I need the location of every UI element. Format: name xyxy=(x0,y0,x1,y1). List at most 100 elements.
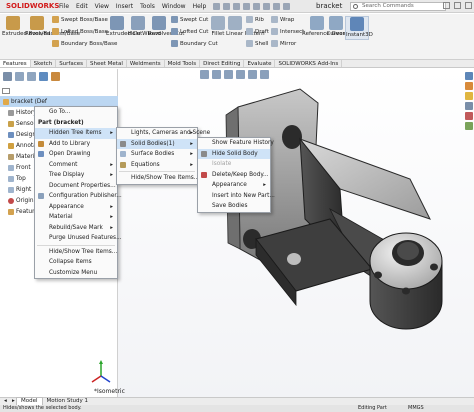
custom-properties-icon[interactable] xyxy=(464,122,473,130)
curves-button[interactable]: Curves xyxy=(326,16,346,38)
view-orientation-icon[interactable] xyxy=(248,70,257,79)
menu-item-appearance[interactable]: Appearance ▸ xyxy=(35,202,117,213)
tab-surfaces[interactable]: Surfaces xyxy=(56,60,88,67)
status-units[interactable]: MMGS xyxy=(408,405,424,412)
menu-window[interactable]: Window xyxy=(161,3,187,10)
undo-icon[interactable] xyxy=(253,2,261,10)
menu-item-appearance-2[interactable]: Appearance ▸ xyxy=(198,180,270,191)
menu-item-goto[interactable]: Go To... xyxy=(35,107,117,118)
options-icon[interactable] xyxy=(283,2,291,10)
menu-item-hide-show-tree-items-2[interactable]: Hide/Show Tree Items... xyxy=(117,173,199,184)
tab-sheet-metal[interactable]: Sheet Metal xyxy=(87,60,127,67)
tab-mold-tools[interactable]: Mold Tools xyxy=(165,60,201,67)
extruded-cut-button[interactable]: Extruded Cut xyxy=(106,16,142,38)
swept-boss-button[interactable]: Swept Boss/Base xyxy=(52,16,108,23)
intersect-button[interactable]: Intersect xyxy=(271,28,304,35)
minimize-icon[interactable] xyxy=(443,2,450,9)
mirror-button[interactable]: Mirror xyxy=(271,40,296,47)
menu-item-lights-cameras-scene[interactable]: Lights, Cameras and Scene ▸ xyxy=(117,128,210,139)
view-palette-icon[interactable] xyxy=(464,102,473,110)
display-manager-icon[interactable] xyxy=(51,72,60,81)
instant3d-button[interactable]: Instant3D xyxy=(345,16,373,40)
menu-item-customize-menu[interactable]: Customize Menu xyxy=(35,268,117,279)
file-explorer-icon[interactable] xyxy=(464,92,473,100)
open-icon[interactable] xyxy=(223,2,231,10)
zoom-to-fit-icon[interactable] xyxy=(200,70,209,79)
boundary-boss-button[interactable]: Boundary Boss/Base xyxy=(52,40,117,47)
curves-icon xyxy=(329,16,343,30)
menu-item-collapse-items[interactable]: Collapse Items xyxy=(35,257,117,268)
display-style-icon[interactable] xyxy=(260,70,269,79)
wrap-button[interactable]: Wrap xyxy=(271,16,294,23)
fillet-button[interactable]: Fillet xyxy=(210,16,226,38)
design-library-icon[interactable] xyxy=(464,82,473,90)
tab-evaluate[interactable]: Evaluate xyxy=(244,60,276,67)
menu-insert[interactable]: Insert xyxy=(115,3,134,10)
menu-item-rebuild-save-mark[interactable]: Rebuild/Save Mark ▸ xyxy=(35,223,117,234)
menu-edit[interactable]: Edit xyxy=(75,3,89,10)
zoom-area-icon[interactable] xyxy=(212,70,221,79)
shell-button[interactable]: Shell xyxy=(246,40,268,47)
hole-wizard-button[interactable]: Hole Wizard xyxy=(128,16,161,38)
section-view-icon[interactable] xyxy=(236,70,245,79)
menu-item-tree-display[interactable]: Tree Display ▸ xyxy=(35,170,117,181)
menu-file[interactable]: File xyxy=(58,3,70,10)
feature-tree-icon[interactable] xyxy=(3,72,12,81)
menu-tools[interactable]: Tools xyxy=(139,3,156,10)
menu-item-hide-solid-body[interactable]: Hide Solid Body xyxy=(198,148,270,159)
boundary-cut-button[interactable]: Boundary Cut xyxy=(171,40,218,47)
lofted-cut-button[interactable]: Lofted Cut xyxy=(171,28,208,35)
menu-item-purge-unused[interactable]: Purge Unused Features... xyxy=(35,233,122,244)
menu-item-hide-show-tree-items[interactable]: Hide/Show Tree Items... xyxy=(35,247,117,258)
draft-button[interactable]: Draft xyxy=(246,28,269,35)
maximize-icon[interactable] xyxy=(454,2,461,9)
menu-item-equations[interactable]: Equations ▸ xyxy=(117,160,197,171)
search-input[interactable]: Search Commands xyxy=(350,2,446,11)
tab-scroll-icon[interactable]: ◂ xyxy=(0,398,8,405)
lofted-boss-button[interactable]: Lofted Boss/Base xyxy=(52,28,108,35)
menu-item-comment[interactable]: Comment ▸ xyxy=(35,160,117,171)
menu-item-add-to-library[interactable]: Add to Library xyxy=(35,139,117,150)
menu-item-material[interactable]: Material ▸ xyxy=(35,212,117,223)
tab-motion-study[interactable]: Motion Study 1 xyxy=(43,398,93,405)
configuration-manager-icon[interactable] xyxy=(27,72,36,81)
menu-separator xyxy=(119,171,195,172)
swept-cut-button[interactable]: Swept Cut xyxy=(171,16,208,23)
menu-item-open-drawing[interactable]: Open Drawing xyxy=(35,149,117,160)
menu-item-hidden-tree-items[interactable]: Hidden Tree Items ▸ xyxy=(35,128,117,139)
rib-button[interactable]: Rib xyxy=(246,16,264,23)
menu-item-save-bodies[interactable]: Save Bodies xyxy=(198,201,270,212)
previous-view-icon[interactable] xyxy=(224,70,233,79)
menu-item-solid-bodies[interactable]: Solid Bodies(1) ▸ xyxy=(117,138,197,149)
tab-weldments[interactable]: Weldments xyxy=(127,60,165,67)
tab-addins[interactable]: SOLIDWORKS Add-Ins xyxy=(275,60,343,67)
menu-view[interactable]: View xyxy=(94,3,110,10)
menu-item-document-properties[interactable]: Document Properties... xyxy=(35,181,117,192)
menu-item-configuration-publisher[interactable]: Configuration Publisher... xyxy=(35,191,122,202)
revolved-boss-button[interactable]: Revolved Boss/Base xyxy=(25,16,80,38)
select-icon[interactable] xyxy=(263,2,271,10)
revolved-cut-button[interactable]: Revolved Cut xyxy=(148,16,184,38)
solidworks-logo[interactable]: SOLIDWORKS xyxy=(0,2,59,10)
rebuild-icon[interactable] xyxy=(273,2,281,10)
menu-help[interactable]: Help xyxy=(192,3,208,10)
print-icon[interactable] xyxy=(243,2,251,10)
tab-features[interactable]: Features xyxy=(0,60,31,67)
dimxpert-icon[interactable] xyxy=(39,72,48,81)
menu-item-insert-into-new-part[interactable]: Insert into New Part... xyxy=(198,191,275,202)
menu-item-surface-bodies[interactable]: Surface Bodies ▸ xyxy=(117,149,197,160)
menu-item-show-feature-history[interactable]: Show Feature History xyxy=(198,138,274,149)
new-icon[interactable] xyxy=(213,2,221,10)
appearances-icon[interactable] xyxy=(464,112,473,120)
filter-icon[interactable] xyxy=(2,87,10,94)
close-icon[interactable] xyxy=(465,2,472,9)
extruded-boss-button[interactable]: Extruded Boss/Base xyxy=(2,16,57,38)
resources-icon[interactable] xyxy=(464,72,473,80)
save-icon[interactable] xyxy=(233,2,241,10)
tab-direct-editing[interactable]: Direct Editing xyxy=(200,60,245,67)
menu-item-delete-keep-body[interactable]: Delete/Keep Body... xyxy=(198,170,270,181)
linear-pattern-button[interactable]: Linear Pattern xyxy=(226,16,265,38)
tab-scroll-icon[interactable]: ▸ xyxy=(8,398,16,405)
property-manager-icon[interactable] xyxy=(15,72,24,81)
tab-sketch[interactable]: Sketch xyxy=(31,60,57,67)
